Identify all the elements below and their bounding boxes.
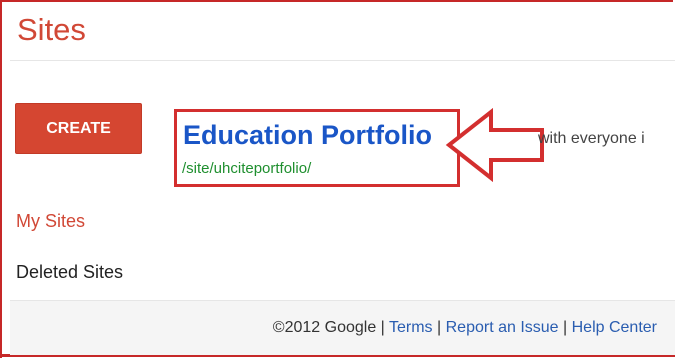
footer-separator: |	[380, 319, 385, 336]
page-title: Sites	[17, 12, 86, 47]
copyright: ©2012 Google	[272, 319, 377, 336]
report-issue-link[interactable]: Report an Issue	[446, 319, 559, 336]
site-name-link[interactable]: Education Portfolio	[183, 122, 432, 149]
help-center-link[interactable]: Help Center	[572, 319, 657, 336]
site-url: /site/uhciteportfolio/	[182, 160, 312, 177]
sharing-text: with everyone i	[538, 130, 645, 147]
arrow-pointer-icon	[445, 108, 544, 182]
nav-my-sites[interactable]: My Sites	[16, 212, 85, 230]
header-divider	[10, 60, 675, 61]
create-button[interactable]: CREATE	[15, 103, 142, 154]
footer-links: ©2012 Google | Terms | Report an Issue |…	[273, 320, 657, 336]
footer: ©2012 Google | Terms | Report an Issue |…	[10, 300, 675, 355]
terms-link[interactable]: Terms	[389, 319, 433, 336]
footer-separator: |	[437, 319, 442, 336]
footer-separator: |	[563, 319, 568, 336]
nav-deleted-sites[interactable]: Deleted Sites	[16, 263, 123, 281]
